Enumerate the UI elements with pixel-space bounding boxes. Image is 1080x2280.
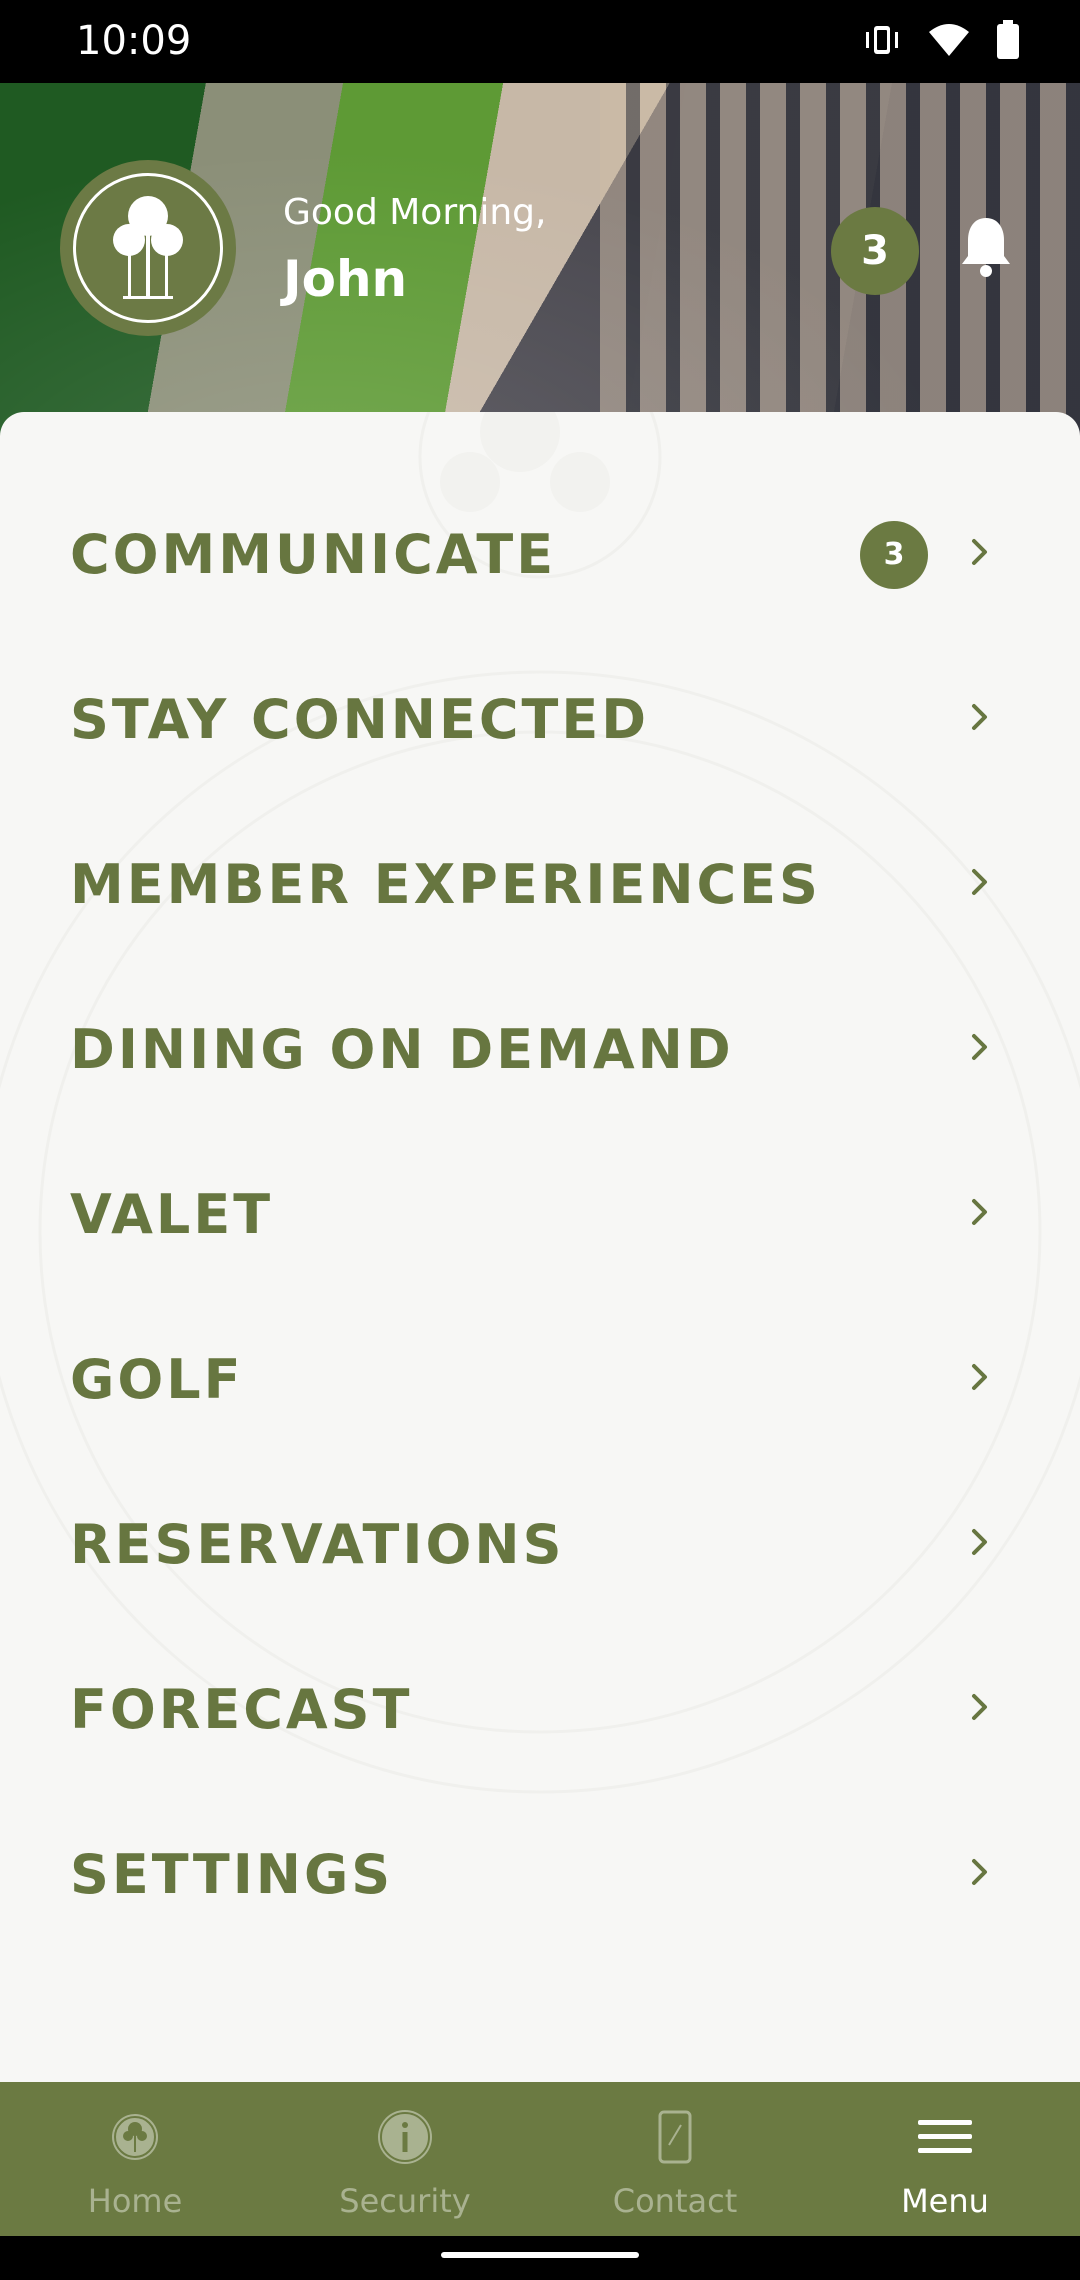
menu-item-label: RESERVATIONS <box>70 1513 565 1576</box>
nav-label: Contact <box>612 2182 738 2220</box>
nav-item-menu[interactable]: Menu <box>810 2082 1080 2236</box>
club-logo-ring <box>73 173 223 323</box>
battery-icon <box>996 20 1020 60</box>
menu-item-dining-on-demand[interactable]: DINING ON DEMAND <box>0 967 1080 1132</box>
info-icon <box>376 2108 434 2166</box>
tree-logo-icon <box>110 2108 160 2166</box>
menu-item-stay-connected[interactable]: STAY CONNECTED <box>0 637 1080 802</box>
phone-icon <box>657 2108 693 2166</box>
system-navigation-bar <box>0 2236 1080 2280</box>
hamburger-menu-icon <box>918 2108 972 2166</box>
menu-item-label: GOLF <box>70 1348 244 1411</box>
menu-item-label: DINING ON DEMAND <box>70 1018 734 1081</box>
bell-icon[interactable] <box>958 214 1014 283</box>
menu-item-label: STAY CONNECTED <box>70 688 650 751</box>
menu-item-valet[interactable]: VALET <box>0 1132 1080 1297</box>
wifi-icon <box>928 22 970 58</box>
nav-item-security[interactable]: Security <box>270 2082 540 2236</box>
bottom-navigation: Home Security Contact Menu <box>0 2082 1080 2236</box>
nav-item-home[interactable]: Home <box>0 2082 270 2236</box>
chevron-right-icon <box>970 867 990 902</box>
status-icons <box>862 20 1020 60</box>
chevron-right-icon <box>970 1527 990 1562</box>
club-logo[interactable] <box>60 160 236 336</box>
home-indicator[interactable] <box>441 2252 639 2258</box>
chevron-right-icon <box>970 1032 990 1067</box>
menu-item-golf[interactable]: GOLF <box>0 1297 1080 1462</box>
menu-item-forecast[interactable]: FORECAST <box>0 1627 1080 1792</box>
menu-item-label: FORECAST <box>70 1678 413 1741</box>
menu-list: COMMUNICATE 3 STAY CONNECTED MEMBER EXPE… <box>0 412 1080 1957</box>
menu-item-label: VALET <box>70 1183 274 1246</box>
menu-item-member-experiences[interactable]: MEMBER EXPERIENCES <box>0 802 1080 967</box>
chevron-right-icon <box>970 1197 990 1232</box>
communicate-count-badge: 3 <box>860 520 928 589</box>
chevron-right-icon <box>970 1857 990 1892</box>
menu-item-label: SETTINGS <box>70 1843 394 1906</box>
status-time: 10:09 <box>76 18 192 64</box>
user-name: John <box>283 250 408 308</box>
menu-item-label: MEMBER EXPERIENCES <box>70 853 821 916</box>
chevron-right-icon <box>970 1362 990 1397</box>
vibrate-icon <box>862 20 902 60</box>
greeting-text: Good Morning, <box>283 192 547 233</box>
main-menu-panel: COMMUNICATE 3 STAY CONNECTED MEMBER EXPE… <box>0 412 1080 2082</box>
nav-label: Home <box>87 2182 183 2220</box>
nav-label: Menu <box>901 2182 989 2220</box>
chevron-right-icon <box>970 1692 990 1727</box>
chevron-right-icon <box>970 537 990 572</box>
nav-item-contact[interactable]: Contact <box>540 2082 810 2236</box>
menu-item-label: COMMUNICATE <box>70 523 557 586</box>
menu-item-reservations[interactable]: RESERVATIONS <box>0 1462 1080 1627</box>
menu-item-communicate[interactable]: COMMUNICATE 3 <box>0 472 1080 637</box>
notification-count-badge[interactable]: 3 <box>831 207 919 295</box>
palm-tree-icon <box>113 196 183 299</box>
nav-label: Security <box>339 2182 471 2220</box>
menu-item-settings[interactable]: SETTINGS <box>0 1792 1080 1957</box>
app-screen: 10:09 Good Morning, John 3 COMMUNICATE 3… <box>0 0 1080 2280</box>
status-bar: 10:09 <box>0 0 1080 83</box>
chevron-right-icon <box>970 702 990 737</box>
